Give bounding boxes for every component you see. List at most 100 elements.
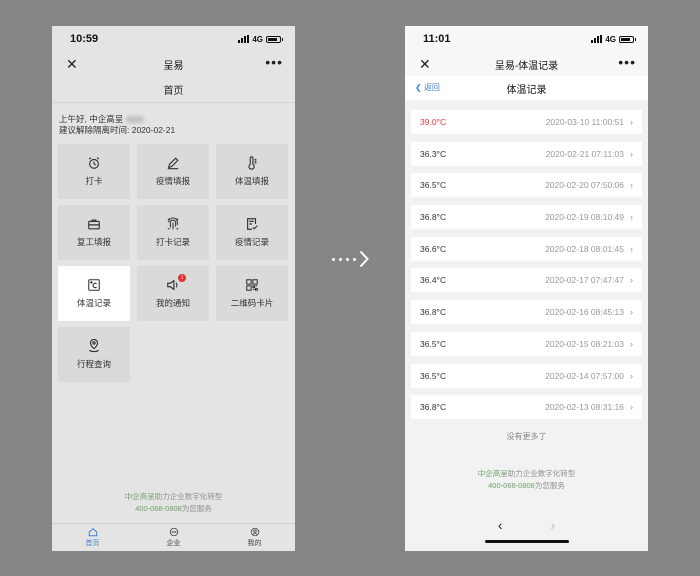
record-row[interactable]: 39.0°C 2020-03-10 11:00:51 ›: [411, 110, 642, 134]
user-icon: [250, 527, 259, 537]
record-row[interactable]: 36.8°C 2020-02-19 08:10:49 ›: [411, 205, 642, 230]
record-time: 2020-02-16 08:45:13: [545, 307, 624, 318]
status-bar: 11:01 4G: [405, 26, 648, 52]
record-temperature: 36.4°C: [420, 275, 447, 286]
grid-item-temperature-records[interactable]: 体温记录: [58, 266, 130, 321]
grid-item-qr-card[interactable]: 二维码卡片: [216, 266, 288, 321]
chevron-right-icon: ›: [630, 180, 633, 191]
temperature-records-phone: 11:01 4G ✕ 呈易-体温记录 ••• ❮ 返回 体温记录 39.0°C 2…: [405, 26, 648, 551]
record-time: 2020-03-10 11:00:51: [545, 117, 624, 127]
tab-enterprise[interactable]: 企业: [133, 524, 214, 551]
grid-item-return-work-report[interactable]: 复工填报: [58, 205, 130, 260]
no-more-text: 没有更多了: [506, 432, 547, 441]
ellipsis-circle-icon: [169, 527, 178, 537]
tab-mine[interactable]: 我的: [214, 524, 295, 551]
pencil-icon: [167, 157, 179, 170]
battery-icon: [619, 35, 636, 43]
status-icons: 4G: [238, 34, 283, 44]
record-time: 2020-02-15 08:21:03: [545, 338, 624, 349]
chevron-right-icon: ›: [630, 148, 633, 159]
status-bar: 10:59 4G: [52, 26, 295, 52]
record-row[interactable]: 36.8°C 2020-02-13 08:31:16 ›: [411, 395, 642, 420]
record-temperature: 36.8°C: [420, 402, 447, 413]
record-temperature: 36.5°C: [420, 370, 447, 381]
grid-item-label: 疫情记录: [234, 237, 269, 247]
chevron-right-icon: ›: [630, 402, 633, 413]
briefcase-icon: [88, 219, 100, 230]
greeting-block: 上午好, 中企高呈 建议解除隔离时间: 2020-02-21: [52, 103, 295, 136]
temperature-record-list: 39.0°C 2020-03-10 11:00:51 › 36.3°C 2020-02…: [411, 110, 642, 427]
browser-nav-bar: ‹ ›: [405, 507, 648, 551]
record-temperature: 36.5°C: [420, 338, 447, 349]
greeting-text: 上午好, 中企高呈: [59, 114, 124, 124]
home-indicator: [485, 540, 569, 543]
record-row[interactable]: 36.5°C 2020-02-20 07:50:06 ›: [411, 173, 642, 198]
browser-forward-icon[interactable]: ›: [551, 517, 556, 551]
record-temperature: 36.8°C: [420, 212, 447, 223]
grid-item-epidemic-report[interactable]: 疫情填报: [137, 144, 209, 199]
battery-icon: [266, 35, 283, 43]
record-temperature: 39.0°C: [420, 117, 447, 127]
dotted-line: [332, 257, 356, 261]
notification-badge: 1: [178, 274, 186, 282]
celsius-icon: [88, 279, 100, 291]
grid-item-clock-in[interactable]: 打卡: [58, 144, 130, 199]
feature-grid: 打卡 疫情填报 体温填报 复工填报 打卡记录 疫情记录 体温记录 1 我的通知 …: [58, 144, 291, 382]
page-title: 首页: [52, 76, 295, 103]
close-icon[interactable]: ✕: [66, 56, 78, 73]
record-temperature: 36.8°C: [420, 307, 447, 318]
status-time: 11:01: [423, 33, 451, 45]
record-time: 2020-02-19 08:10:49: [545, 212, 624, 223]
grid-item-temperature-report[interactable]: 体温填报: [216, 144, 288, 199]
record-row[interactable]: 36.5°C 2020-02-15 08:21:03 ›: [411, 331, 642, 356]
record-row[interactable]: 36.6°C 2020-02-18 08:01:45 ›: [411, 236, 642, 261]
footer-service: 为您服务: [534, 481, 565, 490]
footer-brand: 中企高呈: [124, 492, 155, 501]
more-icon[interactable]: •••: [618, 54, 636, 70]
grid-item-label: 打卡: [85, 176, 103, 186]
bottom-tabbar: 首页 企业 我的: [52, 523, 295, 551]
back-button[interactable]: ❮ 返回: [415, 82, 440, 93]
record-time: 2020-02-20 07:50:06: [545, 180, 624, 191]
record-time: 2020-02-18 08:01:45: [545, 243, 624, 254]
record-row[interactable]: 36.4°C 2020-02-17 07:47:47 ›: [411, 268, 642, 293]
service-footer: 中企高呈助力企业数字化转型 400-068-0808为您服务: [405, 468, 648, 492]
network-type: 4G: [605, 34, 616, 44]
network-type: 4G: [252, 34, 263, 44]
chevron-right-icon: [359, 250, 369, 268]
record-row[interactable]: 36.8°C 2020-02-16 08:45:13 ›: [411, 300, 642, 325]
record-row[interactable]: 36.5°C 2020-02-14 07:57:00 ›: [411, 363, 642, 388]
page-title: 体温记录: [506, 84, 547, 96]
grid-item-epidemic-records[interactable]: 疫情记录: [216, 205, 288, 260]
home-screen-phone: 10:59 4G ✕ 呈易 ••• 首页 上午好, 中企高呈 建议解除隔离时间:…: [52, 26, 295, 551]
grid-item-clock-in-records[interactable]: 打卡记录: [137, 205, 209, 260]
grid-item-label: 体温记录: [76, 298, 111, 308]
mini-program-navbar: ✕ 呈易-体温记录 •••: [405, 52, 648, 76]
qr-code-icon: [246, 279, 258, 291]
app-title: 呈易: [163, 60, 184, 72]
grid-item-label: 打卡记录: [155, 237, 190, 247]
quarantine-end-date: 建议解除隔离时间: 2020-02-21: [59, 125, 176, 135]
footer-phone[interactable]: 400-068-0808: [488, 481, 535, 490]
signal-icon: [238, 35, 250, 43]
tab-home[interactable]: 首页: [52, 524, 133, 551]
record-row[interactable]: 36.3°C 2020-02-21 07:11:03 ›: [411, 141, 642, 166]
thermometer-icon: [248, 156, 257, 170]
status-icons: 4G: [591, 34, 636, 44]
chevron-left-icon: ❮: [415, 83, 422, 92]
grid-item-my-notifications[interactable]: 1 我的通知: [137, 266, 209, 321]
record-temperature: 36.3°C: [420, 148, 447, 159]
browser-back-icon[interactable]: ‹: [498, 517, 503, 551]
chevron-right-icon: ›: [630, 370, 633, 381]
app-title: 呈易-体温记录: [494, 60, 559, 72]
more-icon[interactable]: •••: [265, 54, 283, 70]
transition-arrow: [332, 250, 369, 268]
status-time: 10:59: [70, 33, 99, 45]
grid-item-itinerary-query[interactable]: 行程查询: [58, 327, 130, 382]
tab-label: 我的: [247, 540, 262, 547]
record-temperature: 36.5°C: [420, 180, 447, 191]
record-time: 2020-02-21 07:11:03: [545, 148, 624, 159]
grid-item-label: 二维码卡片: [230, 298, 274, 308]
footer-phone[interactable]: 400-068-0808: [135, 504, 182, 513]
close-icon[interactable]: ✕: [419, 56, 431, 73]
